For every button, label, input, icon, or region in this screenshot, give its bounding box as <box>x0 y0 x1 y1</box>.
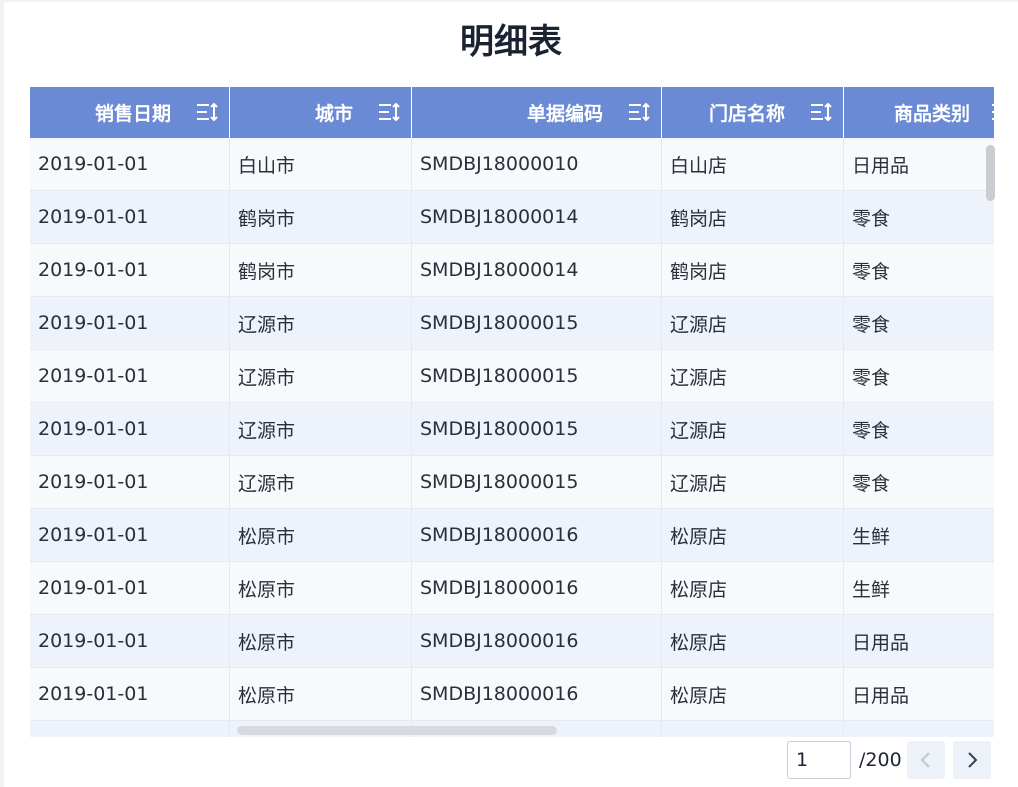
table-cell: 2019-01-01 <box>30 456 230 508</box>
table-cell: 松原市 <box>230 509 412 561</box>
table-cell: 白山市 <box>230 138 412 190</box>
chevron-left-icon <box>920 752 930 768</box>
sort-icon[interactable] <box>990 101 994 123</box>
page-title: 明细表 <box>460 22 562 62</box>
previous-page-button[interactable] <box>907 741 945 779</box>
table-cell: 辽源店 <box>662 350 844 402</box>
next-page-button[interactable] <box>953 741 991 779</box>
table-row[interactable]: 2019-01-01 松原市 SMDBJ18000016 松原店 日用品 <box>30 615 994 668</box>
table-cell: SMDBJ18000015 <box>412 350 662 402</box>
table-cell: SMDBJ18000015 <box>412 403 662 455</box>
table-cell: 日用品 <box>844 668 994 720</box>
table-cell: 日用品 <box>844 615 994 667</box>
table-cell <box>844 721 994 737</box>
table-cell: 松原市 <box>230 615 412 667</box>
column-header-product-category[interactable]: 商品类别 <box>844 87 994 138</box>
page-number-input[interactable] <box>787 741 851 779</box>
table-cell: 辽源店 <box>662 456 844 508</box>
column-header-label: 商品类别 <box>894 103 971 125</box>
table-cell: SMDBJ18000015 <box>412 297 662 349</box>
table-cell: 辽源店 <box>662 403 844 455</box>
table-cell: 松原店 <box>662 615 844 667</box>
table-viewport[interactable]: 销售日期 城市 单据编码 门店名称 商品类别 2019-01-01 白山市 SMDB… <box>30 87 994 737</box>
table-cell: 2019-01-01 <box>30 244 230 296</box>
table-cell: 辽源店 <box>662 297 844 349</box>
table-cell: 零食 <box>844 403 994 455</box>
horizontal-scrollbar-thumb[interactable] <box>237 726 557 735</box>
table-cell: 零食 <box>844 244 994 296</box>
table-cell: SMDBJ18000016 <box>412 509 662 561</box>
table-row[interactable]: 2019-01-01 鹤岗市 SMDBJ18000014 鹤岗店 零食 <box>30 191 994 244</box>
column-header-label: 城市 <box>314 103 353 125</box>
table-cell: 鹤岗店 <box>662 191 844 243</box>
table-cell: 2019-01-01 <box>30 562 230 614</box>
table-body: 2019-01-01 白山市 SMDBJ18000010 白山店 日用品 2019-01-… <box>30 138 994 737</box>
table-cell: 日用品 <box>844 138 994 190</box>
table-cell <box>30 721 230 737</box>
table-row[interactable]: 2019-01-01 辽源市 SMDBJ18000015 辽源店 零食 <box>30 456 994 509</box>
table-cell <box>662 721 844 737</box>
table-cell: 辽源市 <box>230 403 412 455</box>
column-header-label: 销售日期 <box>94 103 171 125</box>
table-cell: 鹤岗市 <box>230 191 412 243</box>
table-cell: 松原市 <box>230 562 412 614</box>
table-cell: 辽源市 <box>230 350 412 402</box>
table-cell: 2019-01-01 <box>30 191 230 243</box>
column-header-store-name[interactable]: 门店名称 <box>662 87 844 138</box>
table-cell: 2019-01-01 <box>30 615 230 667</box>
table-cell: 2019-01-01 <box>30 668 230 720</box>
column-header-document-code[interactable]: 单据编码 <box>412 87 662 138</box>
table-cell: SMDBJ18000014 <box>412 191 662 243</box>
table-cell: SMDBJ18000014 <box>412 244 662 296</box>
table-cell: 2019-01-01 <box>30 403 230 455</box>
table-cell: 2019-01-01 <box>30 350 230 402</box>
table-row[interactable]: 2019-01-01 辽源市 SMDBJ18000015 辽源店 零食 <box>30 350 994 403</box>
table-cell: 辽源市 <box>230 456 412 508</box>
table-cell: 松原店 <box>662 562 844 614</box>
column-header-label: 单据编码 <box>526 103 603 125</box>
table-cell: 白山店 <box>662 138 844 190</box>
table-cell: 生鲜 <box>844 562 994 614</box>
table-cell: SMDBJ18000016 <box>412 668 662 720</box>
table-cell: 2019-01-01 <box>30 138 230 190</box>
table-cell: 零食 <box>844 350 994 402</box>
table-row[interactable]: 2019-01-01 松原市 SMDBJ18000016 松原店 生鲜 <box>30 562 994 615</box>
table-cell: 松原店 <box>662 668 844 720</box>
table-row[interactable]: 2019-01-01 鹤岗市 SMDBJ18000014 鹤岗店 零食 <box>30 244 994 297</box>
sort-icon[interactable] <box>627 101 651 123</box>
table-cell: 辽源市 <box>230 297 412 349</box>
vertical-scrollbar-thumb[interactable] <box>986 145 995 201</box>
table-row[interactable]: 2019-01-01 松原市 SMDBJ18000016 松原店 生鲜 <box>30 509 994 562</box>
table-cell: 零食 <box>844 191 994 243</box>
sort-icon[interactable] <box>377 101 401 123</box>
table-cell: 鹤岗市 <box>230 244 412 296</box>
table-header: 销售日期 城市 单据编码 门店名称 商品类别 <box>30 87 994 138</box>
table-cell: 2019-01-01 <box>30 509 230 561</box>
detail-table-panel: 明细表 销售日期 城市 单据编码 门店名称 商品类别 2019-01-01 白山… <box>4 2 1018 787</box>
column-header-sales-date[interactable]: 销售日期 <box>30 87 230 138</box>
table-cell: 鹤岗店 <box>662 244 844 296</box>
table-cell: 2019-01-01 <box>30 297 230 349</box>
table-row[interactable]: 2019-01-01 松原市 SMDBJ18000016 松原店 日用品 <box>30 668 994 721</box>
table-cell: SMDBJ18000016 <box>412 615 662 667</box>
page-total-label: /200 <box>859 749 902 771</box>
table-cell: 生鲜 <box>844 509 994 561</box>
table-cell: 松原店 <box>662 509 844 561</box>
table-cell: SMDBJ18000015 <box>412 456 662 508</box>
table-cell: 零食 <box>844 297 994 349</box>
table-cell: SMDBJ18000016 <box>412 562 662 614</box>
sort-icon[interactable] <box>195 101 219 123</box>
column-header-label: 门店名称 <box>708 103 785 125</box>
table-row[interactable]: 2019-01-01 辽源市 SMDBJ18000015 辽源店 零食 <box>30 297 994 350</box>
table-cell: 松原市 <box>230 668 412 720</box>
table-cell: 零食 <box>844 456 994 508</box>
table-row[interactable]: 2019-01-01 白山市 SMDBJ18000010 白山店 日用品 <box>30 138 994 191</box>
column-header-city[interactable]: 城市 <box>230 87 412 138</box>
chevron-right-icon <box>968 752 978 768</box>
table-row[interactable]: 2019-01-01 辽源市 SMDBJ18000015 辽源店 零食 <box>30 403 994 456</box>
table-cell: SMDBJ18000010 <box>412 138 662 190</box>
sort-icon[interactable] <box>809 101 833 123</box>
